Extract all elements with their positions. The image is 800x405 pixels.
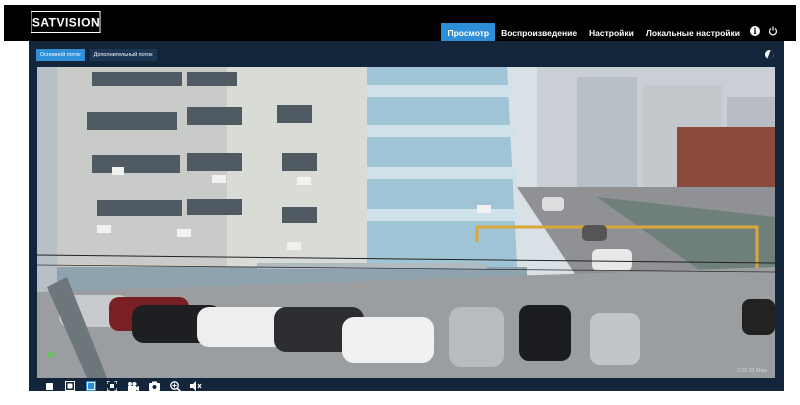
logo-text: SATVISION bbox=[32, 16, 100, 30]
nav-live-view[interactable]: Просмотр bbox=[441, 23, 496, 43]
info-icon[interactable]: i bbox=[750, 26, 760, 36]
nav-playback[interactable]: Воспроизведение bbox=[495, 23, 583, 43]
window-icon[interactable] bbox=[64, 381, 76, 391]
top-icons: i bbox=[750, 26, 778, 36]
video-feed[interactable]: M 1102.20 Kbps bbox=[37, 67, 775, 378]
snapshot-icon[interactable] bbox=[148, 381, 160, 391]
live-view-panel: Основной поток Дополнительный поток M 11… bbox=[29, 41, 784, 392]
camera-image bbox=[37, 67, 775, 378]
stream-tabs: Основной поток Дополнительный поток bbox=[36, 49, 157, 61]
aspect-icon[interactable] bbox=[85, 381, 97, 391]
logo-mark-icon: SATVISION bbox=[31, 11, 101, 33]
bitrate-readout: 1102.20 Kbps bbox=[736, 368, 768, 374]
power-icon[interactable] bbox=[768, 26, 778, 36]
zoom-icon[interactable] bbox=[169, 380, 181, 392]
recording-status-label: M bbox=[48, 351, 55, 360]
player-toolbar bbox=[43, 380, 202, 392]
nav-settings[interactable]: Настройки bbox=[583, 23, 640, 43]
audio-icon[interactable] bbox=[190, 381, 202, 391]
tab-sub-stream[interactable]: Дополнительный поток bbox=[89, 49, 157, 61]
tab-main-stream[interactable]: Основной поток bbox=[36, 49, 85, 61]
top-bar: SATVISION Просмотр Воспроизведение Настр… bbox=[4, 5, 796, 43]
stop-icon[interactable] bbox=[43, 381, 55, 391]
app: SATVISION Просмотр Воспроизведение Настр… bbox=[0, 0, 800, 405]
main-nav: Просмотр Воспроизведение Настройки Локал… bbox=[441, 23, 746, 43]
record-icon[interactable] bbox=[127, 381, 139, 391]
brand-logo: SATVISION bbox=[31, 11, 101, 33]
image-mode-icon[interactable] bbox=[765, 50, 774, 59]
fullscreen-icon[interactable] bbox=[106, 381, 118, 391]
nav-local-settings[interactable]: Локальные настройки bbox=[640, 23, 746, 43]
